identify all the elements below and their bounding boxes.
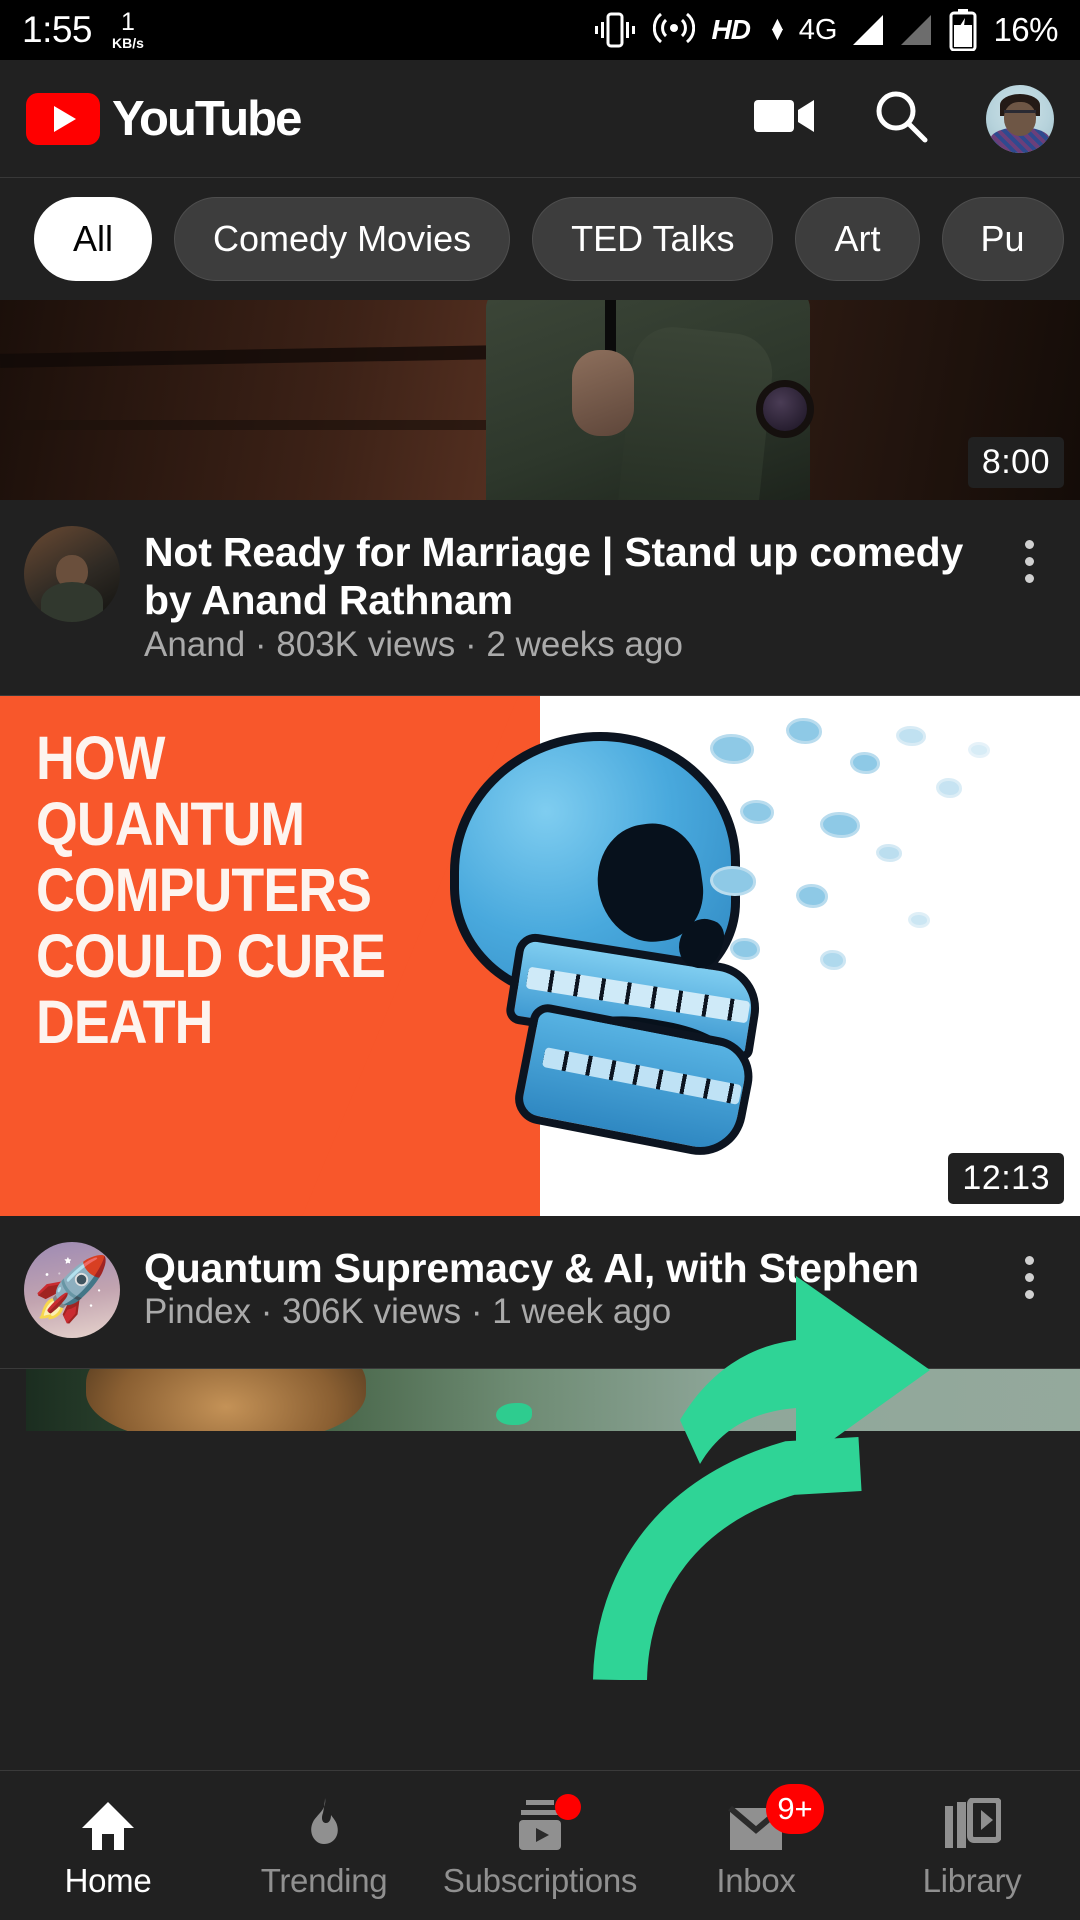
nav-label-subscriptions: Subscriptions	[442, 1861, 638, 1899]
video-card[interactable]: HOW QUANTUM COMPUTERS COULD CURE DEATH 1…	[0, 695, 1080, 1368]
video-subtitle: Anand · 803K views · 2 weeks ago	[144, 624, 683, 664]
video-thumbnail[interactable]: HOW QUANTUM COMPUTERS COULD CURE DEATH 1…	[0, 695, 1080, 1216]
video-subtitle: Pindex · 306K views · 1 week ago	[144, 1292, 672, 1332]
video-thumbnail[interactable]	[26, 1368, 1080, 1431]
nav-item-library[interactable]: Library	[864, 1771, 1080, 1920]
inbox-badge-count: 9+	[766, 1783, 824, 1834]
data-transfer-icon: ▲ ▼	[767, 13, 787, 45]
video-thumbnail[interactable]: 8:00	[0, 300, 1080, 500]
hotspot-icon	[653, 10, 696, 50]
network-speed-indicator: 1 KB/s	[112, 8, 144, 51]
video-duration: 12:13	[948, 1152, 1064, 1204]
thumbnail-headline: HOW QUANTUM COMPUTERS COULD CURE DEATH	[36, 723, 386, 1057]
network-type-indicator: 4G	[798, 13, 838, 46]
bottom-navigation: Home Trending Subscriptions 9+ Inbox Lib…	[0, 1770, 1080, 1920]
video-title[interactable]: Quantum Supremacy & AI, with Stephen	[144, 1244, 978, 1292]
nav-item-inbox[interactable]: 9+ Inbox	[648, 1771, 864, 1920]
channel-avatar[interactable]	[24, 526, 120, 622]
app-header: YouTube	[0, 60, 1080, 178]
nav-item-home[interactable]: Home	[0, 1771, 216, 1920]
nav-label-library: Library	[922, 1861, 1022, 1899]
youtube-logo[interactable]: YouTube	[26, 91, 302, 147]
rocket-icon: 🚀	[33, 1255, 111, 1325]
video-duration: 8:00	[967, 437, 1064, 488]
camera-icon[interactable]	[754, 94, 816, 143]
network-speed-value: 1	[121, 8, 135, 36]
category-chip-bar[interactable]: All Comedy Movies TED Talks Art Pu	[0, 178, 1080, 300]
video-meta[interactable]: Not Ready for Marriage | Stand up comedy…	[0, 500, 1080, 695]
youtube-logo-text: YouTube	[112, 91, 302, 146]
overflow-menu-button[interactable]	[1002, 526, 1056, 665]
video-meta[interactable]: 🚀 Quantum Supremacy & AI, with Stephen P…	[0, 1216, 1080, 1368]
home-icon	[80, 1798, 136, 1852]
chip-all[interactable]: All	[34, 197, 153, 281]
account-avatar[interactable]	[986, 84, 1054, 153]
video-feed: 8:00 Not Ready for Marriage | Stand up c…	[0, 300, 1080, 1441]
subscriptions-icon	[513, 1793, 581, 1852]
video-title[interactable]: Not Ready for Marriage | Stand up comedy…	[144, 528, 978, 625]
nav-item-trending[interactable]: Trending	[216, 1771, 432, 1920]
status-bar: 1:55 1 KB/s HD ▲ ▼ 4G 16%	[0, 0, 1080, 60]
dissolving-particles	[700, 716, 1070, 1016]
nav-label-inbox: Inbox	[716, 1861, 796, 1899]
chip-art[interactable]: Art	[795, 197, 920, 281]
video-card[interactable]	[0, 1368, 1080, 1441]
search-icon[interactable]	[872, 87, 930, 150]
video-card[interactable]: 8:00 Not Ready for Marriage | Stand up c…	[0, 300, 1080, 695]
chip-ted-talks[interactable]: TED Talks	[532, 197, 774, 281]
signal-weak-icon	[901, 14, 933, 46]
overflow-menu-button[interactable]	[1002, 1242, 1056, 1338]
subscriptions-badge-dot	[555, 1793, 581, 1820]
nav-label-trending: Trending	[260, 1861, 388, 1899]
vibrate-icon	[593, 10, 637, 50]
signal-strong-icon	[853, 14, 885, 46]
chip-pu-partial[interactable]: Pu	[941, 197, 1064, 281]
nav-label-home: Home	[64, 1861, 152, 1899]
nav-item-subscriptions[interactable]: Subscriptions	[432, 1771, 648, 1920]
battery-percentage: 16%	[993, 11, 1058, 48]
battery-charging-icon	[949, 9, 977, 51]
library-icon	[943, 1797, 1001, 1852]
network-speed-unit: KB/s	[112, 35, 144, 51]
channel-avatar[interactable]: 🚀	[24, 1241, 120, 1338]
flame-icon	[299, 1797, 349, 1852]
status-clock: 1:55	[22, 9, 93, 50]
mail-icon: 9+	[728, 1783, 824, 1852]
youtube-play-icon	[26, 92, 100, 145]
chip-comedy-movies[interactable]: Comedy Movies	[174, 197, 511, 281]
hd-indicator: HD	[711, 14, 750, 45]
